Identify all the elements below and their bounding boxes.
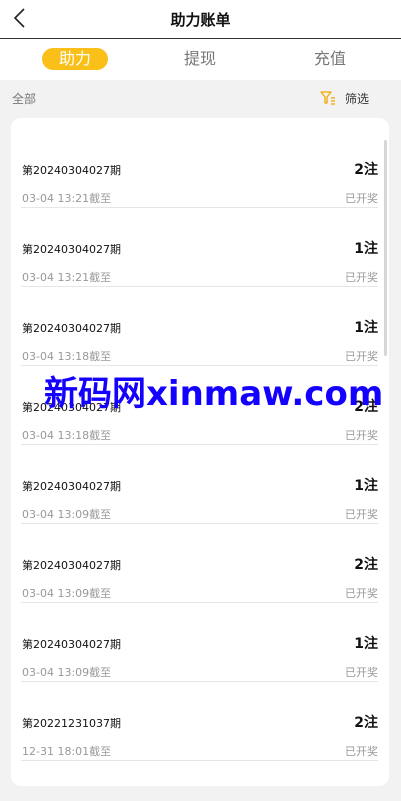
list-item[interactable]: 第20240304027期 2注 03-04 13:09截至 已开奖 [21,524,378,603]
draw-status: 已开奖 [345,666,378,679]
draw-status: 已开奖 [345,745,378,758]
draw-status: 已开奖 [345,192,378,205]
draw-status: 已开奖 [345,508,378,521]
deadline-time: 03-04 13:09截至 [22,666,112,679]
filter-scope-label: 全部 [12,92,37,106]
filter-button[interactable]: 筛选 [320,89,369,107]
tab-withdraw[interactable]: 提现 [167,48,233,70]
period-number: 第20240304027期 [22,164,121,177]
tab-bar: 助力 提现 充值 [0,39,401,80]
scrollbar[interactable] [384,140,387,356]
ticket-count: 2注 [354,557,378,573]
period-number: 第20240304027期 [22,638,121,651]
list-item[interactable]: 第20240304027期 1注 03-04 13:09截至 已开奖 [21,445,378,524]
deadline-time: 03-04 13:09截至 [22,587,112,600]
draw-status: 已开奖 [345,587,378,600]
period-number: 第20221231037期 [22,717,121,730]
period-number: 第20240304027期 [22,480,121,493]
page-title: 助力账单 [170,11,231,29]
deadline-time: 03-04 13:09截至 [22,508,112,521]
period-number: 第20240304027期 [22,243,121,256]
ticket-count: 1注 [354,320,378,336]
draw-status: 已开奖 [345,271,378,284]
ticket-count: 1注 [354,241,378,257]
period-number: 第20240304027期 [22,559,121,572]
deadline-time: 03-04 13:21截至 [22,271,112,284]
draw-status: 已开奖 [345,350,378,363]
list-item[interactable]: 第20240304027期 1注 03-04 13:09截至 已开奖 [21,603,378,682]
record-list[interactable]: 第20240304027期 2注 03-04 13:21截至 已开奖 第2024… [11,118,389,786]
filter-icon [320,91,335,105]
period-number: 第20240304027期 [22,322,121,335]
filter-button-label: 筛选 [344,91,369,106]
tab-recharge[interactable]: 充值 [297,48,363,70]
deadline-time: 03-04 13:18截至 [22,350,112,363]
watermark: 新码网xinmaw.com [44,374,384,414]
ticket-count: 1注 [354,636,378,652]
draw-status: 已开奖 [345,429,378,442]
deadline-time: 12-31 18:01截至 [22,745,112,758]
list-item[interactable]: 第20240304027期 1注 03-04 13:21截至 已开奖 [21,208,378,287]
ticket-count: 2注 [354,162,378,178]
tab-assist[interactable]: 助力 [42,48,108,70]
ticket-count: 1注 [354,478,378,494]
deadline-time: 03-04 13:21截至 [22,192,112,205]
list-item[interactable]: 第20240304027期 2注 03-04 13:21截至 已开奖 [21,129,378,208]
list-item[interactable]: 第20240304027期 1注 03-04 13:18截至 已开奖 [21,287,378,366]
list-item[interactable]: 第20221231037期 2注 12-31 18:01截至 已开奖 [21,682,378,761]
top-bar: 助力账单 [0,0,401,39]
filter-row: 全部 筛选 [0,80,401,116]
deadline-time: 03-04 13:18截至 [22,429,112,442]
ticket-count: 2注 [354,715,378,731]
